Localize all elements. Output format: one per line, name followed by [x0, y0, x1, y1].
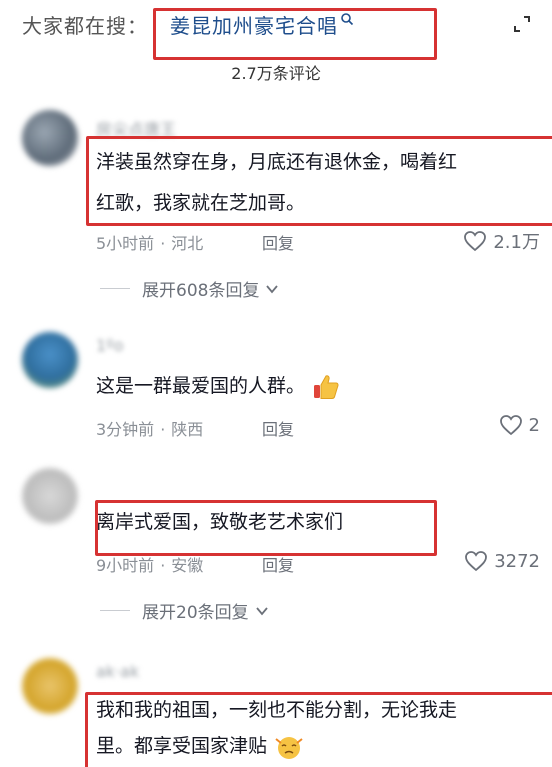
comment-item: ak·ak 我和我的祖国，一刻也不能分割，无论我走 里。都享受国家津贴: [0, 652, 552, 767]
crying-face-emoji: [275, 736, 303, 759]
comment-time: 5小时前: [96, 234, 155, 253]
comment-item: 离岸式爱国，致敬老艺术家们 9小时前 · 安徽 回复 3272 展开20条回复: [0, 462, 552, 632]
avatar[interactable]: [22, 468, 78, 524]
reply-button[interactable]: 回复: [262, 230, 294, 254]
comment-time: 3分钟前: [96, 420, 155, 439]
heart-icon: [464, 231, 487, 252]
like-count: 2.1万: [493, 232, 540, 253]
comment-username[interactable]: 1ºo: [96, 336, 124, 355]
comment-item: 1ºo 这是一群最爱国的人群。 3分钟前 · 陕西 回复 2: [0, 326, 552, 446]
comment-text-line: 我和我的祖国，一刻也不能分割，无论我走: [96, 699, 458, 721]
expand-replies-label: 展开608条回复: [142, 281, 260, 301]
comment-location: 河北: [171, 234, 204, 253]
avatar[interactable]: [22, 332, 78, 388]
avatar[interactable]: [22, 110, 78, 166]
heart-icon: [499, 415, 522, 436]
heart-icon: [465, 551, 488, 572]
search-icon[interactable]: [340, 12, 354, 26]
reply-button[interactable]: 回复: [262, 552, 294, 576]
like-button[interactable]: 2.1万: [463, 228, 540, 254]
comment-text-line: 离岸式爱国，致敬老艺术家们: [96, 511, 344, 533]
chevron-down-icon: [266, 284, 279, 293]
expand-replies-button[interactable]: 展开20条回复: [100, 598, 269, 623]
trending-search-link[interactable]: 姜昆加州豪宅合唱: [170, 10, 338, 39]
like-button[interactable]: 2: [499, 414, 540, 436]
search-prefix: 大家都在搜：: [22, 14, 148, 38]
avatar[interactable]: [22, 658, 78, 714]
comment-item: 房尖点唐王 洋装虽然穿在身，月底还有退休金，喝着红 红歌，我家就在芝加哥。 5小…: [0, 104, 552, 304]
chevron-down-icon: [255, 606, 268, 615]
like-button[interactable]: 3272: [464, 550, 540, 572]
comment-time: 9小时前: [96, 556, 155, 575]
expand-replies-button[interactable]: 展开608条回复: [100, 276, 279, 301]
expand-replies-label: 展开20条回复: [142, 603, 249, 623]
comment-text-line: 这是一群最爱国的人群。: [96, 368, 341, 404]
thumbs-up-emoji: [314, 374, 339, 399]
search-header: 大家都在搜： 姜昆加州豪宅合唱 2.7万条评论: [0, 0, 552, 90]
reply-button[interactable]: 回复: [262, 416, 294, 440]
comment-meta: 5小时前 · 河北: [96, 234, 204, 253]
like-count: 3272: [494, 550, 540, 572]
comment-username[interactable]: 房尖点唐王: [96, 116, 176, 140]
like-count: 2: [528, 414, 540, 436]
comment-meta: 9小时前 · 安徽: [96, 556, 204, 575]
comment-location: 安徽: [171, 556, 204, 575]
comment-count: 2.7万条评论: [231, 64, 321, 83]
comment-text-line: 里。都享受国家津贴: [96, 728, 305, 764]
comment-meta: 3分钟前 · 陕西: [96, 420, 204, 439]
comment-username[interactable]: ak·ak: [96, 662, 139, 681]
comment-location: 陕西: [171, 420, 204, 439]
comment-text-line: 红歌，我家就在芝加哥。: [96, 192, 306, 214]
expand-icon[interactable]: [512, 14, 532, 34]
comment-text-line: 洋装虽然穿在身，月底还有退休金，喝着红: [96, 151, 458, 173]
